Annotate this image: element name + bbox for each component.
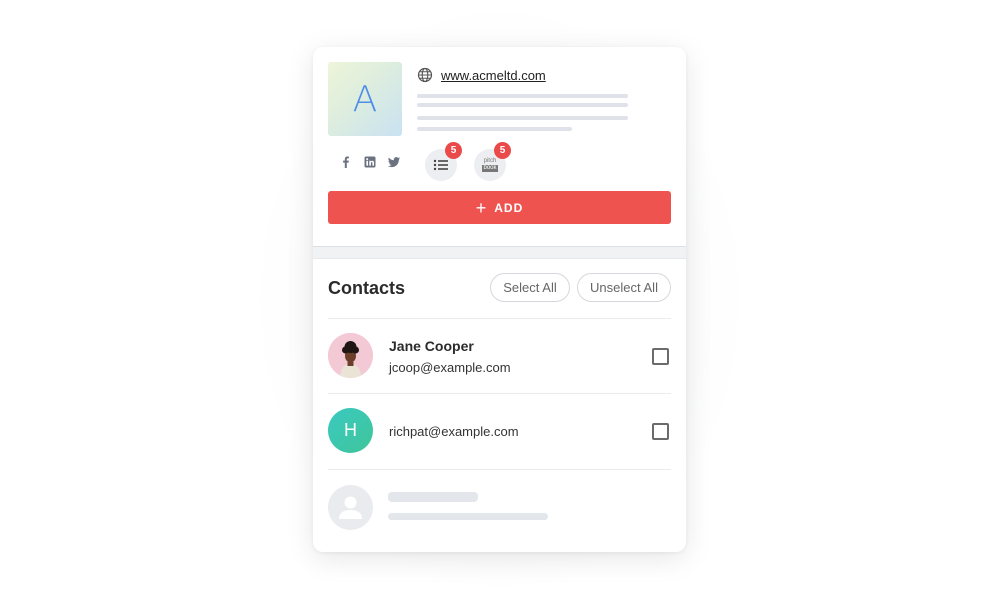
person-photo-icon <box>328 333 373 378</box>
website-row: www.acmeltd.com <box>417 66 546 84</box>
avatar-placeholder <box>328 485 373 530</box>
company-logo-letter: A <box>352 78 378 120</box>
social-links <box>339 155 401 169</box>
pitchbook-text-top: pitch <box>483 158 497 164</box>
company-contacts-card: A www.acmeltd.com 5 pitch book 5 + ADD C… <box>313 47 686 552</box>
list-icon <box>433 159 448 171</box>
twitter-icon[interactable] <box>387 155 401 169</box>
pitchbook-text-bottom: book <box>482 165 498 172</box>
avatar <box>328 333 373 378</box>
email-placeholder <box>388 513 548 520</box>
plus-icon: + <box>475 197 488 218</box>
website-link[interactable]: www.acmeltd.com <box>441 68 546 83</box>
contact-checkbox[interactable] <box>652 423 669 440</box>
add-button-label: ADD <box>494 200 524 215</box>
linkedin-icon[interactable] <box>363 155 377 169</box>
contact-row-placeholder <box>328 470 671 545</box>
globe-icon <box>417 67 433 83</box>
contact-row: Jane Cooper jcoop@example.com <box>328 319 671 394</box>
description-placeholder-line <box>417 127 572 131</box>
description-placeholder-line <box>417 94 628 98</box>
pitchbook-count-badge: 5 <box>494 142 511 159</box>
list-button[interactable]: 5 <box>425 142 462 181</box>
contact-name: Jane Cooper <box>389 338 474 354</box>
contact-checkbox[interactable] <box>652 348 669 365</box>
facebook-icon[interactable] <box>339 155 353 169</box>
contacts-header: Contacts Select All Unselect All <box>328 273 671 303</box>
unselect-all-button[interactable]: Unselect All <box>577 273 671 302</box>
avatar: H <box>328 408 373 453</box>
contact-email: jcoop@example.com <box>389 360 511 375</box>
contact-email: richpat@example.com <box>389 424 519 439</box>
select-all-button[interactable]: Select All <box>490 273 570 302</box>
company-section: A www.acmeltd.com 5 pitch book 5 + ADD <box>313 47 686 246</box>
contact-row: H richpat@example.com <box>328 394 671 469</box>
company-logo: A <box>328 62 402 136</box>
user-placeholder-icon <box>339 496 362 519</box>
pitchbook-button[interactable]: pitch book 5 <box>474 142 511 181</box>
description-placeholder-line <box>417 116 628 120</box>
name-placeholder <box>388 492 478 502</box>
description-placeholder-line <box>417 103 628 107</box>
list-count-badge: 5 <box>445 142 462 159</box>
pitchbook-icon: pitch book <box>482 158 498 172</box>
section-separator <box>313 246 686 259</box>
contacts-title: Contacts <box>328 278 406 298</box>
add-button[interactable]: + ADD <box>328 191 671 224</box>
